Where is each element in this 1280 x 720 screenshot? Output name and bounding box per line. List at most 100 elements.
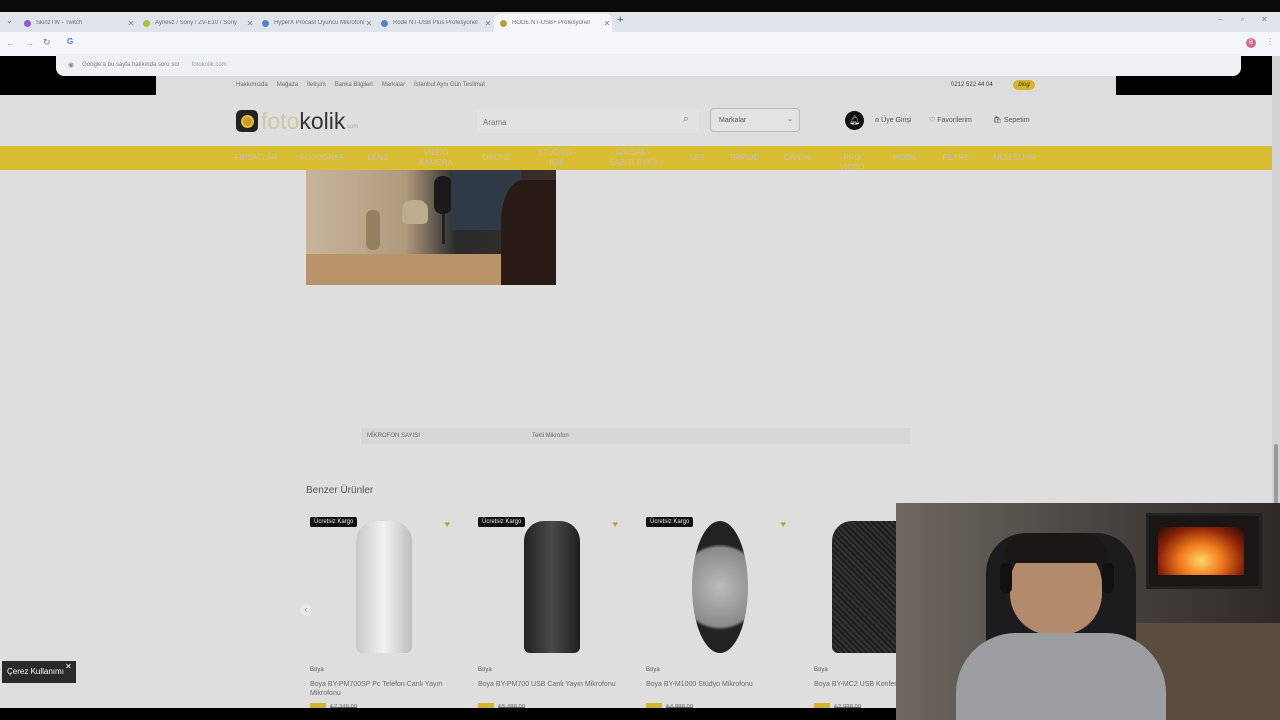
page-top-dark-left — [0, 76, 156, 95]
favorites-label: Favorilerim — [937, 117, 972, 124]
notification-bell-icon[interactable]: 🔔︎ — [845, 111, 864, 130]
nav-item[interactable]: SES — [685, 153, 709, 163]
menu-icon[interactable]: ⋮ — [1266, 37, 1274, 46]
logo-text-kolik: kolik — [299, 107, 346, 134]
window-top-strip — [0, 0, 1280, 12]
product-image[interactable] — [832, 521, 896, 653]
top-link[interactable]: Banka Bilgileri — [335, 82, 373, 88]
tab-close-icon[interactable]: ✕ — [126, 19, 136, 28]
product-brand: Boya — [814, 667, 828, 673]
browser-tab[interactable]: Aynesz / Sony / ZV-E10 / Sony ✕ — [137, 14, 255, 32]
search-box[interactable]: ⌕ — [477, 109, 699, 133]
suggestion-text: Google'a bu sayfa hakkında soru sor — [82, 62, 180, 68]
scrollbar-thumb[interactable] — [1274, 444, 1278, 504]
free-shipping-badge: Ücretsiz Kargo — [310, 517, 358, 527]
top-link[interactable]: Markalar — [382, 82, 405, 88]
reload-icon[interactable]: ↻ — [43, 37, 51, 48]
browser-tab[interactable]: HyperX Procast Oyuncu Mikrofonu ✕ — [256, 14, 374, 32]
free-shipping-badge: Ücretsiz Kargo — [478, 517, 526, 527]
tab-favicon-icon — [500, 19, 507, 27]
profile-avatar[interactable]: B — [1246, 38, 1256, 48]
nav-item[interactable]: FİLTRE — [938, 153, 974, 163]
cart-icon: 🛍︎ — [993, 117, 1002, 124]
cookie-button[interactable]: Çerez Kullanımı ✕ — [2, 661, 76, 683]
nav-item[interactable]: ÇANTA — [777, 153, 817, 163]
free-shipping-badge: Ücretsiz Kargo — [646, 517, 694, 527]
product-image[interactable] — [524, 521, 580, 653]
product-image[interactable] — [692, 521, 748, 653]
back-icon[interactable]: ← — [6, 38, 15, 48]
brands-select[interactable]: Markalar ⌄ — [710, 108, 800, 132]
maximize-icon[interactable]: ▫ — [1241, 15, 1244, 24]
search-input[interactable] — [481, 114, 675, 130]
product-name[interactable]: Boya BY-PM700SP Pc Telefon Canlı Yayın M… — [310, 680, 458, 698]
product-name[interactable]: Boya BY-M1000 Stüdyo Mikrofonu — [646, 680, 794, 689]
tab-close-icon[interactable]: ✕ — [483, 19, 493, 28]
chevron-down-icon: ⌄ — [787, 116, 793, 123]
heart-outline-icon: ♡ — [929, 117, 936, 124]
browser-tab[interactable]: Rode NT-USB Plus Profesyonel ✕ — [375, 14, 493, 32]
nav-item[interactable]: TRİPOD — [724, 153, 764, 163]
product-card[interactable]: Ücretsiz Kargo ♥ Boya Boya BY-PM700SP Pc Te… — [306, 513, 458, 708]
tab-close-icon[interactable]: ✕ — [245, 19, 255, 28]
tab-title: SkinzTW - Twitch — [36, 20, 83, 26]
product-name[interactable]: Boya BY-MC2 USB Konferans — [814, 680, 896, 689]
top-link[interactable]: İletişim — [307, 82, 326, 88]
nav-item[interactable]: PRO VIDEO — [834, 153, 870, 173]
top-link[interactable]: Mağaza — [277, 82, 298, 88]
tab-close-icon[interactable]: ✕ — [364, 19, 374, 28]
favorite-heart-icon[interactable]: ♥ — [445, 519, 450, 529]
omnibox-suggestion[interactable]: ◉ Google'a bu sayfa hakkında soru sor fo… — [56, 54, 1241, 76]
browser-tab[interactable]: SkinzTW - Twitch ✕ — [18, 14, 136, 32]
close-icon[interactable]: ✕ — [65, 661, 72, 678]
nav-item[interactable]: GİMBAL - SABİTLEYİCİ — [603, 148, 663, 168]
tab-favicon-icon — [143, 19, 150, 27]
phone-number[interactable]: 0212 522 44 04 — [951, 82, 993, 88]
site-logo[interactable]: foto kolik .com — [236, 108, 358, 134]
tab-bar: ⌄ SkinzTW - Twitch ✕ Aynesz / Sony / ZV-E1… — [0, 12, 1280, 32]
top-link[interactable]: İstanbul Aynı Gün Teslimat — [414, 82, 485, 88]
browser-toolbar: ← → ↻ G B ⋮ — [0, 32, 1280, 56]
spec-value: Tekli Mikrofon — [532, 433, 569, 439]
product-lifestyle-image — [306, 170, 556, 285]
minimize-icon[interactable]: – — [1218, 15, 1222, 24]
tab-close-icon[interactable]: ✕ — [602, 19, 612, 28]
favorites-link[interactable]: ♡ Favorilerim — [929, 116, 972, 124]
search-icon[interactable]: ⌕ — [683, 113, 689, 126]
cookie-label: Çerez Kullanımı — [7, 667, 64, 676]
nav-item[interactable]: DRONE — [477, 153, 517, 163]
login-link[interactable]: ⍝ Üye Girişi — [875, 117, 912, 125]
nav-item[interactable]: STÜDYO - IŞIK — [535, 148, 579, 168]
tab-favicon-icon — [381, 19, 388, 27]
close-window-icon[interactable]: ✕ — [1261, 15, 1268, 24]
tab-favicon-icon — [24, 19, 31, 27]
suggestion-url: fotokolik.com — [191, 62, 227, 68]
product-name[interactable]: Boya BY-PM700 USB Canlı Yayın Mikrofonu — [478, 680, 626, 689]
tab-favicon-icon — [262, 19, 269, 27]
browser-tab[interactable]: RODE NT-USB+ Profesyonel ✕ — [494, 14, 612, 32]
cart-link[interactable]: 🛍︎ Sepetim — [993, 116, 1030, 124]
blog-badge[interactable]: blog — [1013, 80, 1035, 90]
forward-icon[interactable]: → — [25, 38, 34, 48]
product-image[interactable] — [356, 521, 412, 653]
new-tab-button[interactable]: + — [617, 14, 623, 26]
product-brand: Boya — [478, 667, 492, 673]
product-card[interactable]: Ücretsiz Kargo ♥ Boya Boya BY-M1000 Stüdyo … — [642, 513, 794, 708]
favorite-heart-icon[interactable]: ♥ — [613, 519, 618, 529]
nav-item[interactable]: FOTOĞRAF — [297, 153, 347, 163]
tab-title: HyperX Procast Oyuncu Mikrofonu — [274, 20, 364, 26]
nav-item[interactable]: AKSESUAR — [986, 153, 1042, 163]
top-link[interactable]: Hakkımızda — [236, 82, 268, 88]
suggestion-icon: ◉ — [68, 62, 75, 69]
favorite-heart-icon[interactable]: ♥ — [781, 519, 786, 529]
nav-item[interactable]: FIRSATLAR — [231, 153, 281, 163]
nav-item[interactable]: VİDEO KAMERA — [414, 148, 458, 168]
logo-suffix: .com — [345, 124, 359, 130]
nav-item[interactable]: MOBİL — [887, 153, 923, 163]
tab-list-chevron-icon[interactable]: ⌄ — [6, 16, 13, 25]
product-card[interactable]: Ücretsiz Kargo ♥ Boya Boya BY-PM700 USB Can… — [474, 513, 626, 708]
tab-title: Aynesz / Sony / ZV-E10 / Sony — [155, 20, 237, 26]
nav-item[interactable]: LENS — [361, 153, 395, 163]
product-card[interactable]: BoyaBoya BY-MC2 USB Konferans₺2.999,00 — [810, 513, 896, 708]
tab-title: RODE NT-USB+ Profesyonel — [512, 20, 590, 26]
